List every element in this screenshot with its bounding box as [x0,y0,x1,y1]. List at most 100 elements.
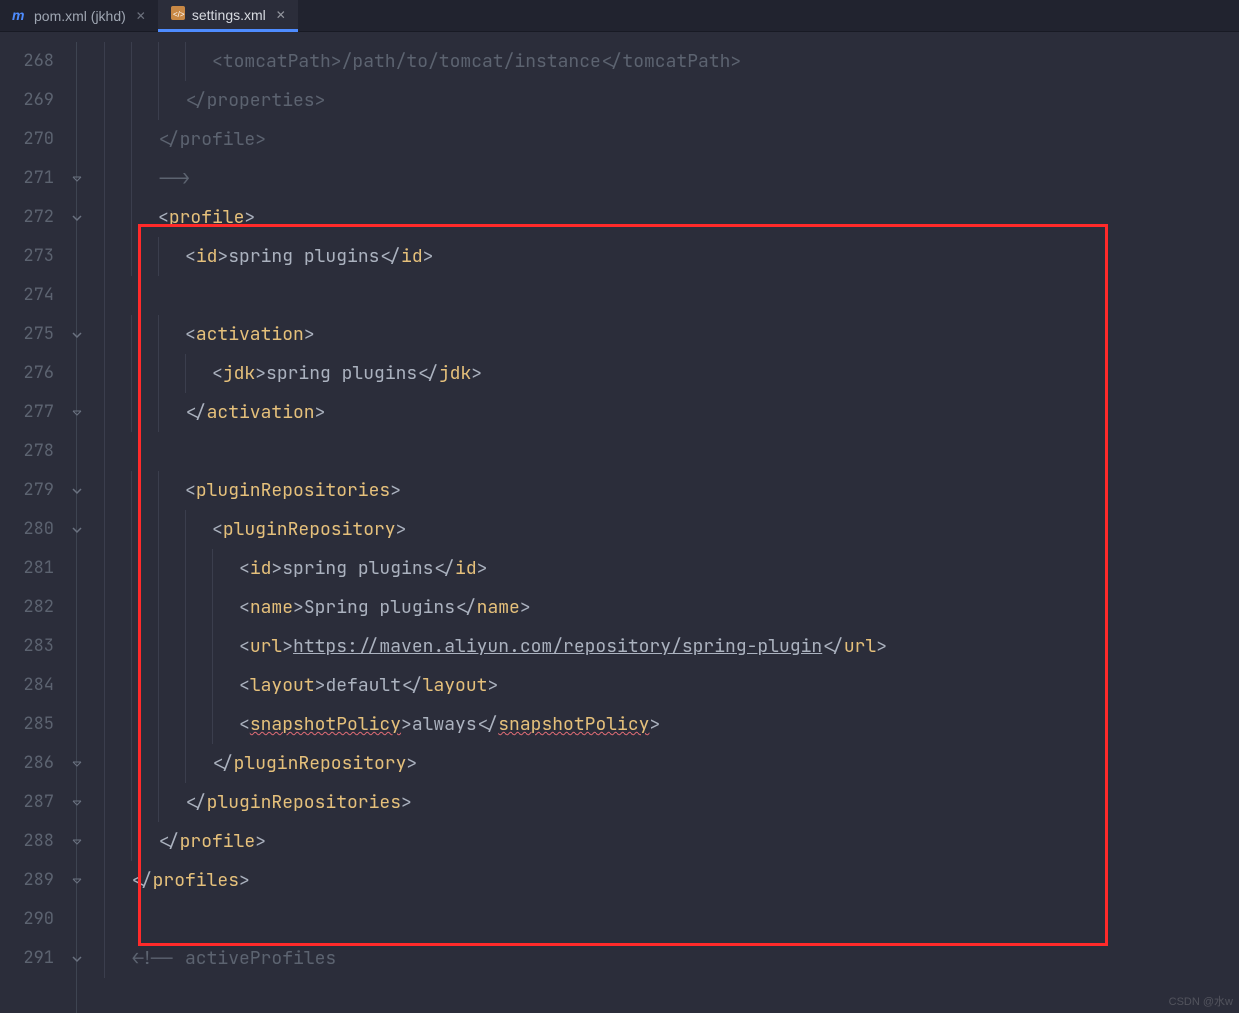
code-token: </ [185,791,207,814]
code-token: always [412,713,477,736]
code-line[interactable]: </profiles> [104,861,1239,900]
code-token: > [315,401,326,424]
code-token: > [406,752,417,775]
fold-collapse-icon[interactable] [69,327,85,343]
code-token: pluginRepositories [196,479,390,502]
code-line[interactable]: <id>spring plugins</id> [104,237,1239,276]
code-token: < [239,635,250,658]
code-token: < [239,713,250,736]
code-token: > [293,596,304,619]
code-token: > [282,635,293,658]
code-token: < [158,206,169,229]
close-icon[interactable]: ✕ [136,9,146,23]
code-token: name [477,596,520,619]
line-number: 273 [0,237,62,276]
code-token: </ [477,713,499,736]
code-line[interactable]: <url>https://maven.aliyun.com/repository… [104,627,1239,666]
fold-end-icon[interactable] [69,405,85,421]
code-token: > [396,518,407,541]
code-token: </properties> [185,89,325,112]
code-line[interactable] [104,276,1239,315]
code-line[interactable]: <!-- activeProfiles [104,939,1239,978]
code-token: < [212,362,223,385]
code-token: <tomcatPath>/path/to/tomcat/instance</to… [212,50,741,73]
code-token: spring plugins [266,362,417,385]
line-number: 275 [0,315,62,354]
line-number: 290 [0,900,62,939]
code-token: > [239,869,250,892]
editor-tabs: m pom.xml (jkhd) ✕ </> settings.xml ✕ [0,0,1239,32]
fold-end-icon[interactable] [69,171,85,187]
code-line[interactable]: <activation> [104,315,1239,354]
code-token: </ [433,557,455,580]
line-number: 272 [0,198,62,237]
fold-collapse-icon[interactable] [69,522,85,538]
code-token: url [250,635,282,658]
code-token: https://maven.aliyun.com/repository/spri… [293,635,822,658]
code-line[interactable]: </pluginRepositories> [104,783,1239,822]
code-token: > [471,362,482,385]
line-number: 288 [0,822,62,861]
tab-settings-xml[interactable]: </> settings.xml ✕ [158,0,298,32]
code-token: </ [379,245,401,268]
code-editor[interactable]: 2682692702712722732742752762772782792802… [0,32,1239,1013]
fold-end-icon[interactable] [69,873,85,889]
code-token: pluginRepositories [207,791,401,814]
code-token: > [271,557,282,580]
code-token: > [477,557,488,580]
code-area[interactable]: <tomcatPath>/path/to/tomcat/instance</to… [104,32,1239,1013]
close-icon[interactable]: ✕ [276,8,286,22]
code-token: > [876,635,887,658]
code-line[interactable]: </properties> [104,81,1239,120]
code-token: > [304,323,315,346]
code-token: name [250,596,293,619]
code-token: snapshotPolicy [498,713,649,736]
code-token: spring plugins [228,245,379,268]
code-token: > [649,713,660,736]
code-line[interactable] [104,900,1239,939]
fold-end-icon[interactable] [69,756,85,772]
code-line[interactable]: <profile> [104,198,1239,237]
fold-end-icon[interactable] [69,834,85,850]
line-number: 271 [0,159,62,198]
code-token: < [239,674,250,697]
code-token: Spring plugins [304,596,455,619]
code-token: </ [401,674,423,697]
code-line[interactable]: <pluginRepositories> [104,471,1239,510]
fold-collapse-icon[interactable] [69,951,85,967]
code-token: pluginRepository [223,518,396,541]
code-line[interactable]: </profile> [104,120,1239,159]
code-token: > [255,362,266,385]
code-line[interactable]: </profile> [104,822,1239,861]
svg-text:m: m [12,7,24,23]
code-line[interactable]: <name>Spring plugins</name> [104,588,1239,627]
code-token: layout [423,674,488,697]
code-line[interactable]: <jdk>spring plugins</jdk> [104,354,1239,393]
code-line[interactable]: <pluginRepository> [104,510,1239,549]
line-number: 268 [0,42,62,81]
code-token: < [239,596,250,619]
code-line[interactable]: <layout>default</layout> [104,666,1239,705]
code-line[interactable]: <tomcatPath>/path/to/tomcat/instance</to… [104,42,1239,81]
line-number: 270 [0,120,62,159]
line-number: 278 [0,432,62,471]
code-token: activation [196,323,304,346]
fold-end-icon[interactable] [69,795,85,811]
code-line[interactable]: </activation> [104,393,1239,432]
code-line[interactable]: --> [104,159,1239,198]
code-line[interactable]: </pluginRepository> [104,744,1239,783]
code-line[interactable]: <id>spring plugins</id> [104,549,1239,588]
fold-collapse-icon[interactable] [69,210,85,226]
line-number: 280 [0,510,62,549]
code-line[interactable]: <snapshotPolicy>always</snapshotPolicy> [104,705,1239,744]
tab-pom-xml[interactable]: m pom.xml (jkhd) ✕ [0,0,158,32]
code-token: </profile> [158,128,266,151]
code-token: < [185,245,196,268]
code-token: </ [131,869,153,892]
code-token: < [212,518,223,541]
code-token: < [185,479,196,502]
code-token: snapshotPolicy [250,713,401,736]
line-number: 291 [0,939,62,978]
fold-collapse-icon[interactable] [69,483,85,499]
code-line[interactable] [104,432,1239,471]
